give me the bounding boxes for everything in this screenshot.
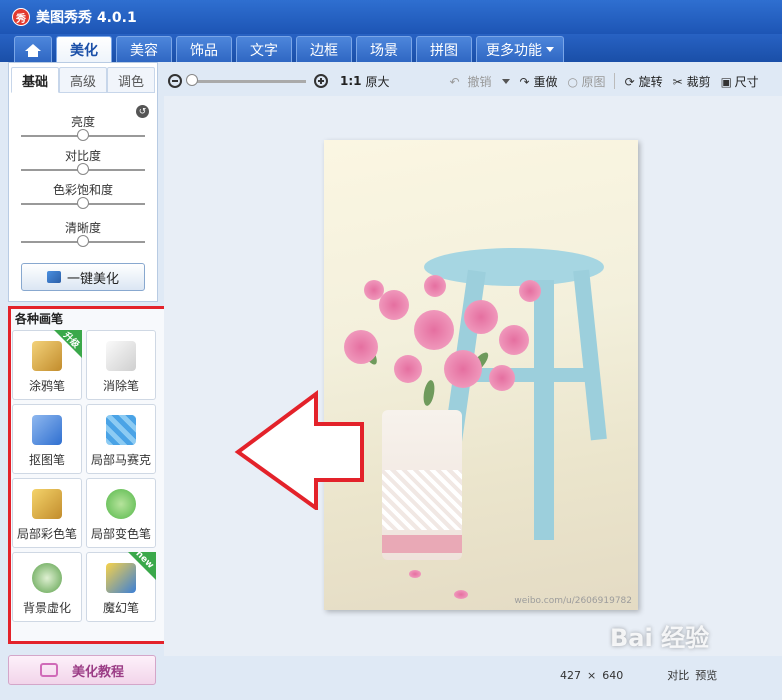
contrast-slider[interactable] [21, 163, 145, 175]
rose [364, 280, 384, 300]
crop-button[interactable]: 裁剪 [687, 73, 711, 90]
petal [409, 570, 421, 578]
subtab-basic[interactable]: 基础 [11, 67, 59, 93]
brush-magic[interactable]: 魔幻笔 new [86, 549, 156, 622]
brush-color-change[interactable]: 局部变色笔 [86, 478, 156, 548]
photo-watermark: weibo.com/u/2606919782 [514, 596, 632, 606]
hand-icon [39, 663, 58, 677]
original-icon[interactable]: ○ [568, 75, 580, 89]
original-button[interactable]: 原图 [582, 73, 606, 90]
rose [464, 300, 498, 334]
zoom-thumb[interactable] [186, 73, 198, 86]
rose [344, 330, 378, 364]
app-title: 美图秀秀 4.0.1 [36, 10, 137, 26]
paint-bucket-icon [106, 489, 136, 519]
tab-more[interactable]: 更多功能 [476, 36, 564, 62]
redo-icon[interactable]: ↷ [520, 75, 532, 89]
rose [424, 275, 446, 297]
blur-icon [32, 563, 62, 593]
saturation-label: 色彩饱和度 [52, 183, 113, 197]
zoom-in-icon[interactable] [314, 74, 328, 88]
sharpness-label: 清晰度 [64, 221, 101, 235]
one-click-beautify-button[interactable]: 一键美化 [21, 263, 145, 291]
mosaic-icon [106, 415, 136, 445]
tab-text[interactable]: 文字 [236, 36, 292, 62]
jar-band [382, 535, 462, 553]
status-bar: 427 × 640 对比 预览 [560, 664, 782, 686]
undo-icon[interactable]: ↶ [450, 75, 462, 89]
actual-size-button[interactable]: 1:1 [340, 74, 362, 88]
brush-doodle[interactable]: 涂鸦笔 升级 [12, 330, 82, 400]
image-height: 640 [602, 668, 624, 682]
original-size-label[interactable]: 原大 [366, 73, 390, 90]
app-logo: 秀 [12, 8, 30, 26]
tab-beauty[interactable]: 美容 [116, 36, 172, 62]
resize-icon[interactable]: ▣ [721, 75, 733, 89]
brush-local-color[interactable]: 局部彩色笔 [12, 478, 82, 548]
jar-lace [382, 470, 462, 530]
zoom-slider[interactable] [186, 73, 306, 86]
photo-canvas[interactable]: weibo.com/u/2606919782 [324, 140, 638, 610]
beautify-tutorial-button[interactable]: 美化教程 [8, 655, 156, 685]
brush-mosaic[interactable]: 局部马赛克 [86, 404, 156, 474]
brush-heading: 各种画笔 [15, 312, 64, 326]
annotation-arrow [234, 390, 364, 510]
preview-button[interactable]: 预览 [695, 667, 717, 683]
scissors-icon[interactable]: ✂ [673, 75, 685, 89]
brush-eraser[interactable]: 消除笔 [86, 330, 156, 400]
petal [454, 590, 468, 599]
subtab-advanced[interactable]: 高级 [59, 67, 107, 93]
brightness-thumb[interactable] [77, 129, 89, 141]
magic-wand-icon [46, 271, 61, 283]
rose [499, 325, 529, 355]
tab-collage[interactable]: 拼图 [416, 36, 472, 62]
main-tab-bar: 美化 美容 饰品 文字 边框 场景 拼图 更多功能 [0, 34, 782, 62]
compare-button[interactable]: 对比 [667, 667, 689, 683]
brightness-label: 亮度 [70, 115, 95, 129]
eraser-icon [106, 341, 136, 371]
toolbar-divider [613, 73, 615, 89]
stool-leg [534, 280, 554, 540]
rose [394, 355, 422, 383]
resize-button[interactable]: 尺寸 [735, 73, 759, 90]
brightness-slider[interactable] [21, 129, 145, 141]
undo-dropdown-icon[interactable] [501, 78, 510, 84]
saturation-slider[interactable] [21, 197, 145, 209]
redo-button[interactable]: 重做 [534, 73, 558, 90]
contrast-label: 对比度 [64, 149, 101, 163]
undo-button[interactable]: 撤销 [468, 73, 492, 90]
tab-beautify[interactable]: 美化 [56, 36, 112, 62]
baidu-watermark: Bai 经验 [610, 623, 710, 652]
adjust-panel: 基础 高级 调色 ↺ 亮度 对比度 色彩饱和度 清晰度 一键美化 [8, 62, 158, 302]
contrast-thumb[interactable] [77, 163, 89, 175]
brush-background-blur[interactable]: 背景虚化 [12, 552, 82, 622]
stool-leg [573, 269, 607, 441]
tab-home[interactable] [14, 36, 52, 62]
image-toolbar: 1:1 原大 ↶ 撤销 ↷ 重做 ○ 原图 ⟳ 旋转 ✂ 裁剪 ▣ 尺寸 [164, 66, 782, 96]
home-icon [25, 44, 41, 57]
leaf [421, 379, 437, 407]
title-bar: 秀 美图秀秀 4.0.1 [0, 0, 782, 34]
rose [414, 310, 454, 350]
times-sign: × [587, 668, 597, 682]
rose [489, 365, 515, 391]
saturation-thumb[interactable] [77, 197, 89, 209]
rotate-button[interactable]: 旋转 [639, 73, 663, 90]
zoom-out-icon[interactable] [168, 74, 182, 88]
rose [444, 350, 482, 388]
sharpness-thumb[interactable] [77, 235, 89, 247]
chevron-down-icon [546, 47, 554, 52]
tab-border[interactable]: 边框 [296, 36, 352, 62]
sharpness-slider[interactable] [21, 235, 145, 247]
pen-icon [32, 415, 62, 445]
image-width: 427 [560, 668, 581, 682]
rose [379, 290, 409, 320]
color-brush-icon [32, 489, 62, 519]
tab-accessories[interactable]: 饰品 [176, 36, 232, 62]
rotate-icon[interactable]: ⟳ [625, 75, 637, 89]
rose [519, 280, 541, 302]
subtab-color[interactable]: 调色 [107, 67, 155, 93]
tab-scene[interactable]: 场景 [356, 36, 412, 62]
brush-cutout[interactable]: 抠图笔 [12, 404, 82, 474]
